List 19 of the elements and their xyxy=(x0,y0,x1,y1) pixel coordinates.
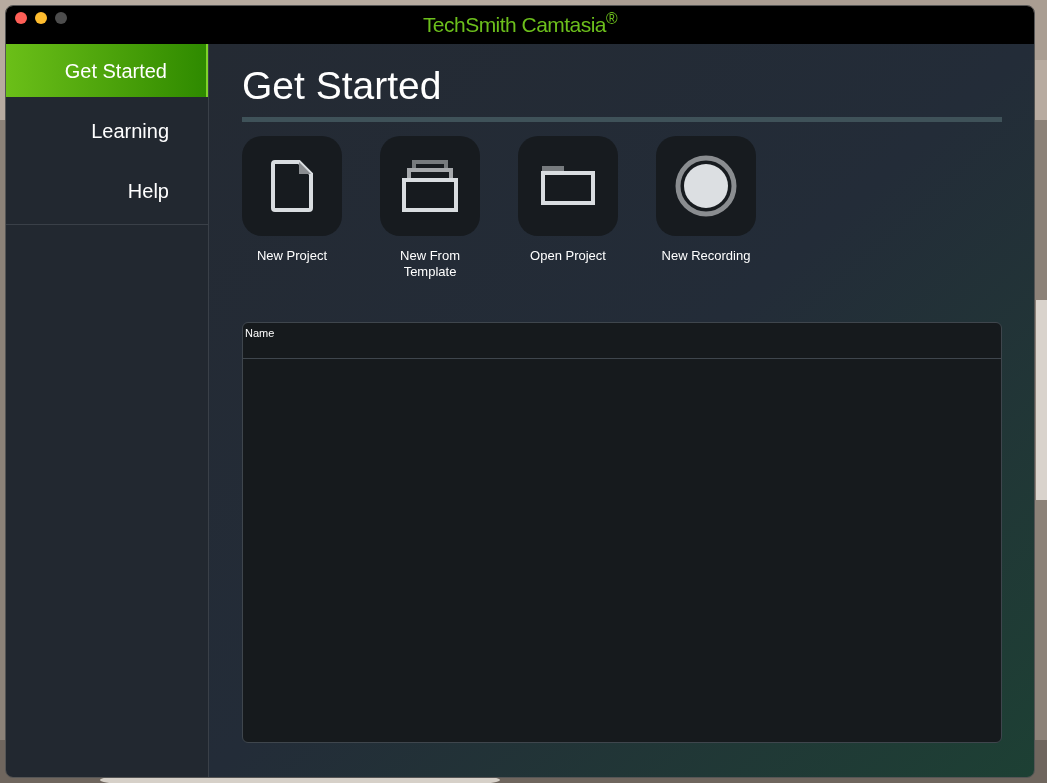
minimize-button[interactable] xyxy=(35,12,47,24)
record-icon xyxy=(675,154,737,217)
action-label: New Project xyxy=(255,247,329,264)
action-tile[interactable] xyxy=(380,135,480,236)
sidebar-item[interactable]: Learning xyxy=(6,104,208,157)
action-label: New Recording xyxy=(660,247,752,264)
sidebar-item[interactable]: Help xyxy=(6,164,208,217)
action-label: Open Project xyxy=(529,247,607,264)
folder-icon xyxy=(541,165,595,206)
action-tile[interactable] xyxy=(242,135,342,236)
action-tile[interactable] xyxy=(518,135,618,236)
close-button[interactable] xyxy=(15,12,27,24)
template-icon xyxy=(402,159,458,212)
page-heading: Get Started xyxy=(242,63,443,109)
column-header[interactable]: Name xyxy=(243,322,275,358)
action-label: New From Template xyxy=(399,247,461,280)
action-tile[interactable] xyxy=(656,135,756,236)
document-icon xyxy=(271,159,313,212)
window-title: TechSmith Camtasia$^{®}$ xyxy=(422,9,618,39)
